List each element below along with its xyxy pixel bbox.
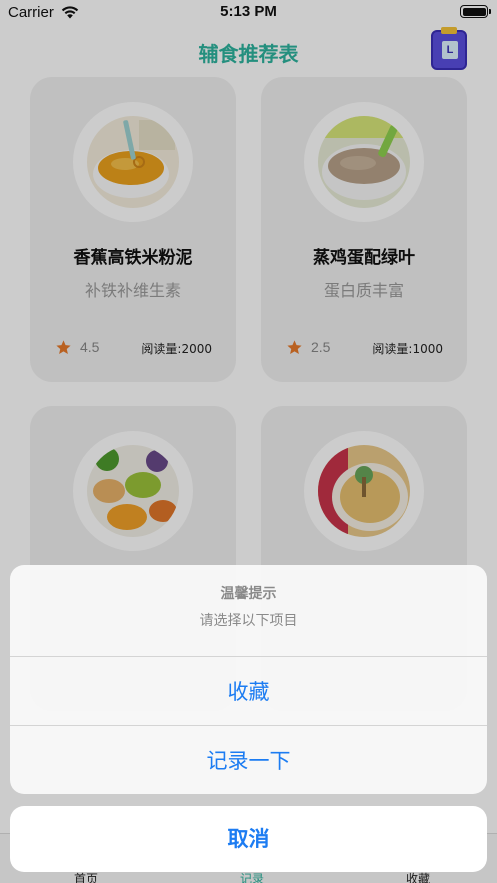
- cancel-button[interactable]: 取消: [10, 806, 487, 872]
- record-action-button[interactable]: 记录一下: [10, 727, 487, 794]
- favorite-action-button[interactable]: 收藏: [10, 658, 487, 726]
- action-sheet: 温馨提示 请选择以下项目 收藏 记录一下: [10, 565, 487, 794]
- action-sheet-message: 请选择以下项目: [199, 613, 298, 629]
- action-sheet-title: 温馨提示: [220, 586, 277, 602]
- action-sheet-header: 温馨提示 请选择以下项目: [10, 565, 487, 657]
